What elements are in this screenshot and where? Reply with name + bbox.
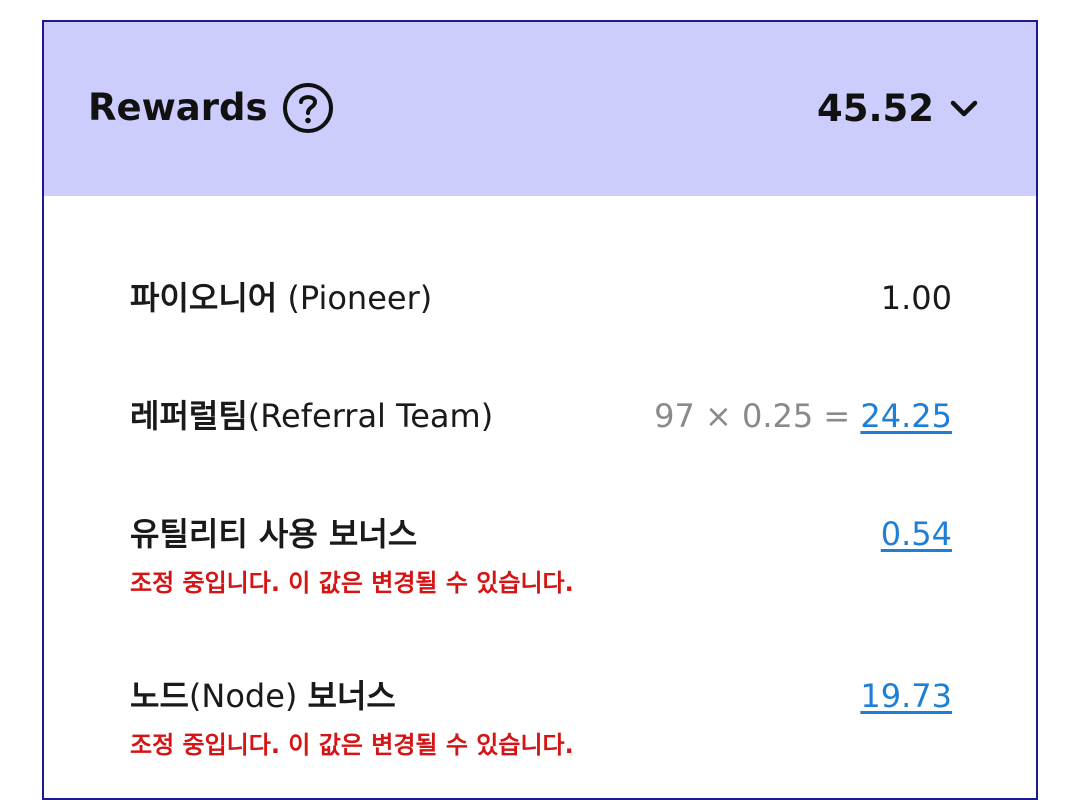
reward-row-pioneer: 파이오니어 (Pioneer) 1.00 [130,276,952,320]
referral-value-link[interactable]: 24.25 [860,397,952,435]
reward-value-referral-team-group: 97 × 0.25 = 24.25 [654,394,952,438]
reward-label-ko: 노드 [130,677,189,715]
chevron-down-icon[interactable] [948,92,980,124]
utility-bonus-warning: 조정 중입니다. 이 값은 변경될 수 있습니다. [130,569,574,597]
rewards-card: Rewards 45.52 파이오니어 (Pioneer) 1.00 레퍼럴팀(… [42,20,1038,800]
reward-label-ko-suffix: 보너스 [307,677,396,715]
reward-row-node-bonus: 노드(Node) 보너스 19.73 [130,674,952,718]
node-bonus-warning: 조정 중입니다. 이 값은 변경될 수 있습니다. [130,731,574,759]
node-bonus-value-link[interactable]: 19.73 [860,677,952,715]
reward-label-en: (Pioneer) [277,279,433,317]
reward-label-utility-bonus: 유틸리티 사용 보너스 [130,512,417,556]
reward-value-node-bonus-group: 19.73 [860,674,952,718]
reward-row-utility-bonus: 유틸리티 사용 보너스 0.54 [130,512,952,556]
rewards-total: 45.52 [816,86,934,130]
reward-label-en: (Referral Team) [247,397,494,435]
rewards-header[interactable]: Rewards 45.52 [44,22,1036,196]
utility-bonus-value-link[interactable]: 0.54 [881,515,952,553]
reward-label-pioneer: 파이오니어 (Pioneer) [130,276,432,320]
reward-label-node-bonus: 노드(Node) 보너스 [130,674,396,718]
referral-formula: 97 × 0.25 = [654,397,861,435]
reward-label-ko: 파이오니어 [130,279,278,317]
reward-row-referral-team: 레퍼럴팀(Referral Team) 97 × 0.25 = 24.25 [130,394,952,438]
rewards-title: Rewards [88,86,268,129]
reward-label-ko: 레퍼럴팀 [130,397,248,435]
rewards-total-group[interactable]: 45.52 [817,82,980,134]
reward-label-en: (Node) [188,677,308,715]
reward-label-ko: 유틸리티 사용 보너스 [130,515,418,553]
rewards-title-group: Rewards [88,82,334,134]
reward-value-pioneer: 1.00 [880,279,952,317]
question-circle-icon[interactable] [282,82,334,134]
reward-value-utility-bonus-group: 0.54 [881,512,952,556]
reward-label-referral-team: 레퍼럴팀(Referral Team) [130,394,493,438]
